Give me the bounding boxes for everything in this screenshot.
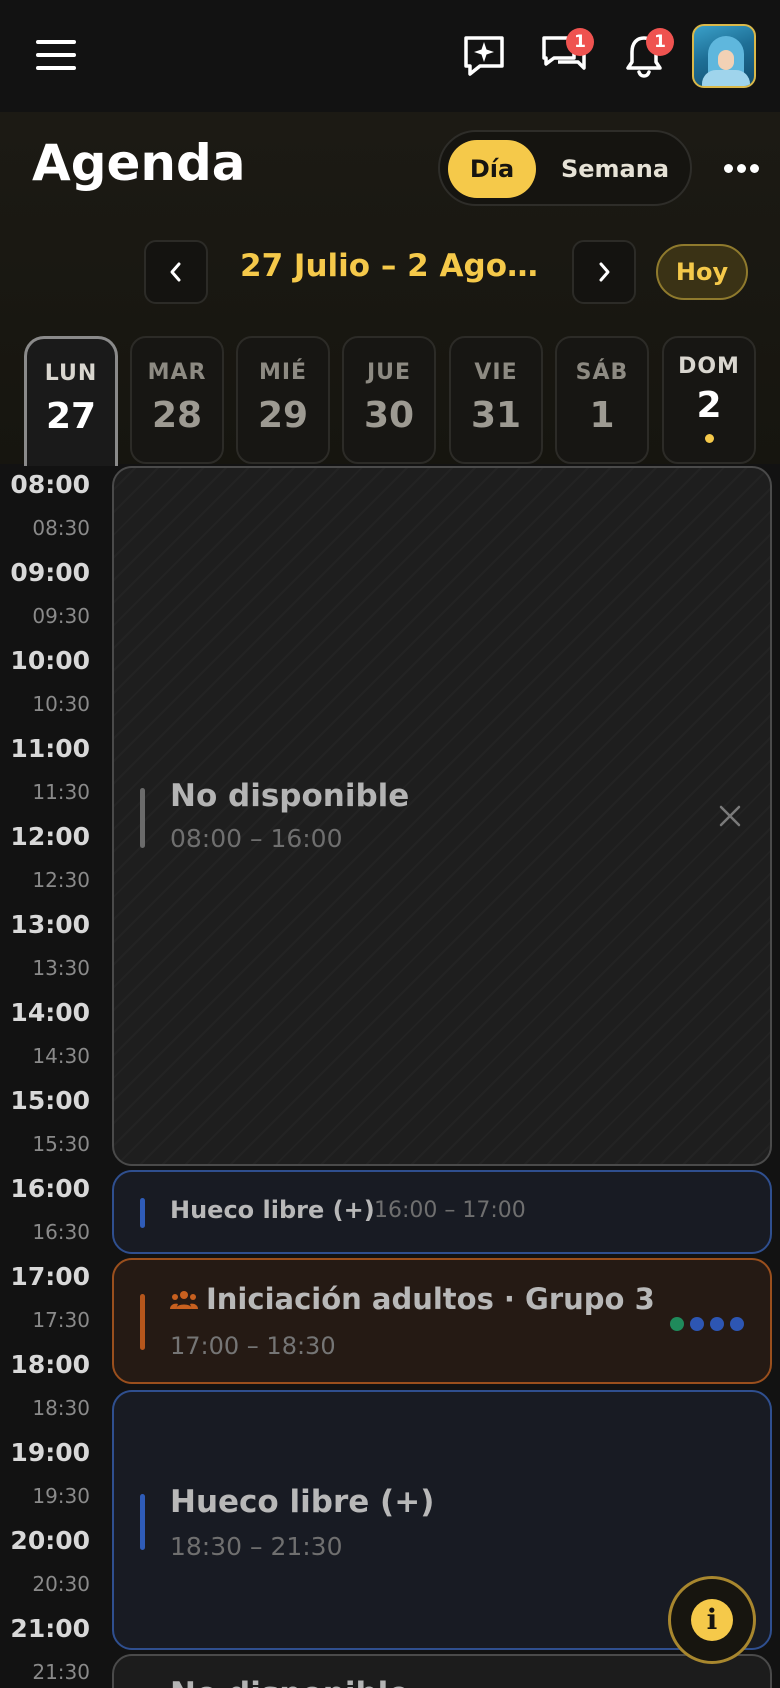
time-label: 11:30 — [32, 780, 90, 804]
info-icon: i — [691, 1599, 733, 1641]
participant-dot — [730, 1317, 744, 1331]
event-time: 16:00 – 17:00 — [374, 1198, 526, 1223]
time-label: 12:00 — [10, 822, 90, 851]
event-color-bar — [140, 1494, 145, 1550]
time-label: 08:00 — [10, 470, 90, 499]
chevron-left-icon — [170, 262, 181, 282]
day-tab-thu[interactable]: JUE 30 — [342, 336, 436, 464]
event-time: 18:30 – 21:30 — [170, 1532, 343, 1561]
participant-dot — [670, 1317, 684, 1331]
day-number: 31 — [470, 395, 522, 436]
close-icon[interactable] — [716, 802, 744, 830]
event-class[interactable]: Iniciación adultos · Grupo 3 17:00 – 18:… — [112, 1258, 772, 1384]
event-title: No disponible — [170, 778, 410, 814]
menu-icon[interactable] — [36, 40, 76, 72]
time-label: 21:30 — [32, 1660, 90, 1684]
event-title: Hueco libre (+) — [170, 1196, 375, 1224]
view-day-button[interactable]: Día — [448, 140, 536, 198]
time-label: 21:00 — [10, 1614, 90, 1643]
event-title: Hueco libre (+) — [170, 1484, 435, 1520]
event-title: Iniciación adultos · Grupo 3 — [206, 1282, 655, 1316]
avatar[interactable] — [692, 24, 756, 88]
has-events-dot — [704, 434, 714, 443]
time-label: 13:30 — [32, 956, 90, 980]
time-label: 15:30 — [32, 1132, 90, 1156]
time-label: 14:00 — [10, 998, 90, 1027]
time-label: 15:00 — [10, 1086, 90, 1115]
time-label: 09:00 — [10, 558, 90, 587]
day-tab-sat[interactable]: SÁB 1 — [555, 336, 649, 464]
day-tab-sun[interactable]: DOM 2 — [662, 336, 756, 464]
event-color-bar — [140, 788, 145, 848]
event-time: 08:00 – 16:00 — [170, 824, 343, 853]
view-toggle: Día Semana — [438, 130, 692, 206]
time-label: 10:00 — [10, 646, 90, 675]
page-title: Agenda — [32, 134, 246, 192]
info-button[interactable]: i — [668, 1576, 756, 1664]
time-label: 16:30 — [32, 1220, 90, 1244]
day-number: 1 — [589, 395, 615, 436]
day-name: DOM — [678, 354, 740, 379]
day-name: MIÉ — [258, 360, 308, 385]
more-options-icon[interactable] — [722, 148, 762, 188]
time-label: 16:00 — [10, 1174, 90, 1203]
group-icon — [170, 1291, 198, 1309]
day-name: SÁB — [575, 360, 629, 385]
date-range-label[interactable]: 27 Julio – 2 Agost… — [240, 248, 540, 284]
day-number: 2 — [696, 385, 722, 426]
day-name: LUN — [44, 361, 98, 386]
participant-dot — [710, 1317, 724, 1331]
day-name: JUE — [366, 360, 412, 385]
previous-week-button[interactable] — [144, 240, 208, 304]
event-unavailable[interactable]: No disponible — [112, 1654, 772, 1688]
day-number: 28 — [151, 395, 203, 436]
day-tab-fri[interactable]: VIE 31 — [449, 336, 543, 464]
event-free-slot[interactable]: Hueco libre (+) 16:00 – 17:00 — [112, 1170, 772, 1254]
today-button[interactable]: Hoy — [656, 244, 748, 300]
time-label: 17:00 — [10, 1262, 90, 1291]
time-label: 20:00 — [10, 1526, 90, 1555]
time-label: 18:00 — [10, 1350, 90, 1379]
time-label: 09:30 — [32, 604, 90, 628]
event-color-bar — [140, 1198, 145, 1228]
time-label: 12:30 — [32, 868, 90, 892]
time-label: 13:00 — [10, 910, 90, 939]
view-week-button[interactable]: Semana — [550, 140, 680, 198]
time-label: 20:30 — [32, 1572, 90, 1596]
time-column: 08:00 08:30 09:00 09:30 10:00 10:30 11:0… — [0, 464, 104, 1688]
day-tab-wed[interactable]: MIÉ 29 — [236, 336, 330, 464]
day-name: MAR — [147, 360, 207, 385]
participant-dots — [664, 1316, 744, 1335]
day-tab-mon[interactable]: LUN 27 — [24, 336, 118, 466]
day-tab-tue[interactable]: MAR 28 — [130, 336, 224, 464]
time-label: 14:30 — [32, 1044, 90, 1068]
day-number: 30 — [363, 395, 415, 436]
top-bar: 1 1 — [0, 0, 780, 112]
messages-icon[interactable]: 1 — [538, 28, 594, 82]
sparkle-chat-icon[interactable] — [458, 30, 510, 82]
time-label: 17:30 — [32, 1308, 90, 1332]
agenda-screen: 1 1 Agenda Día Semana 27 Julio – 2 Agost… — [0, 0, 780, 1688]
event-title: No disponible — [170, 1676, 409, 1688]
event-time: 17:00 – 18:30 — [170, 1332, 336, 1360]
time-label: 08:30 — [32, 516, 90, 540]
day-name: VIE — [474, 360, 518, 385]
time-label: 11:00 — [10, 734, 90, 763]
time-label: 19:00 — [10, 1438, 90, 1467]
time-label: 18:30 — [32, 1396, 90, 1420]
time-label: 19:30 — [32, 1484, 90, 1508]
notifications-badge: 1 — [646, 28, 674, 56]
participant-dot — [690, 1317, 704, 1331]
event-color-bar — [140, 1294, 145, 1350]
next-week-button[interactable] — [572, 240, 636, 304]
time-label: 10:30 — [32, 692, 90, 716]
day-number: 27 — [45, 396, 97, 437]
event-unavailable[interactable]: No disponible 08:00 – 16:00 — [112, 466, 772, 1166]
messages-badge: 1 — [566, 28, 594, 56]
day-number: 29 — [257, 395, 309, 436]
bell-icon[interactable]: 1 — [618, 28, 674, 82]
chevron-right-icon — [599, 262, 610, 282]
